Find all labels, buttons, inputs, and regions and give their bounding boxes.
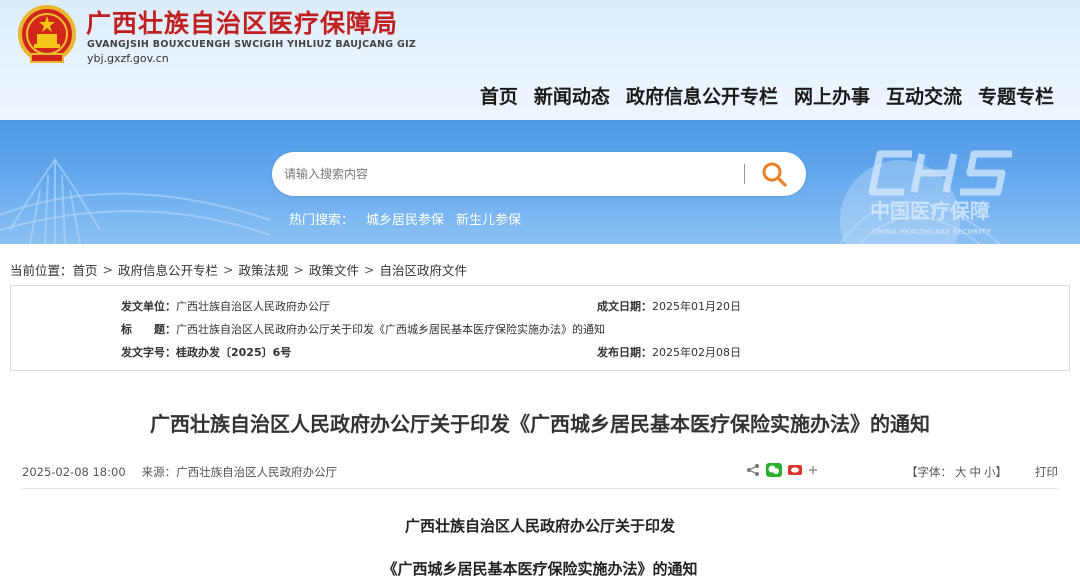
search-separator: [744, 164, 745, 184]
font-size-large[interactable]: 大: [955, 465, 967, 479]
hot-search-label: 热门搜索：: [289, 213, 355, 228]
font-size-small[interactable]: 小: [984, 465, 996, 479]
wechat-icon[interactable]: [766, 463, 782, 477]
info-issuer: 发文单位：广西壮族自治区人民政府办公厅: [121, 298, 330, 314]
info-date-value: 2025年01月20日: [652, 300, 741, 313]
nav-home[interactable]: 首页: [480, 82, 518, 109]
hot-search: 热门搜索： 城乡居民参保 新生儿参保: [289, 209, 521, 228]
breadcrumb-separator: >: [364, 262, 375, 277]
breadcrumb-policy-docs[interactable]: 政策文件: [309, 260, 359, 279]
info-pubdate-label: 发布日期：: [597, 346, 652, 359]
font-size-medium[interactable]: 中: [970, 465, 982, 479]
search-input[interactable]: [284, 160, 734, 188]
info-title-label: 标 题：: [121, 323, 176, 336]
article-body-heading-line2: 《广西城乡居民基本医疗保险实施办法》的通知: [382, 560, 698, 578]
breadcrumb-home[interactable]: 首页: [73, 260, 98, 279]
national-emblem-icon: [18, 5, 76, 63]
info-date: 成文日期：2025年01月20日: [597, 298, 741, 314]
nav-interaction[interactable]: 互动交流: [886, 82, 962, 109]
article-body-heading-line1: 广西壮族自治区人民政府办公厅关于印发: [404, 517, 675, 535]
share-bar: [746, 463, 818, 477]
article-title: 广西壮族自治区人民政府办公厅关于印发《广西城乡居民基本医疗保险实施办法》的通知: [150, 412, 930, 436]
article-meta: 2025-02-08 18:00 来源：广西壮族自治区人民政府办公厅: [22, 464, 337, 480]
hot-search-newborn-insurance[interactable]: 新生儿参保: [456, 209, 521, 228]
breadcrumb: 当前位置： 首页 > 政府信息公开专栏 > 政策法规 > 政策文件 > 自治区政…: [10, 260, 467, 279]
info-docno: 发文字号：桂政办发〔2025〕6号: [121, 344, 291, 360]
info-title-value: 广西壮族自治区人民政府办公厅关于印发《广西城乡居民基本医疗保险实施办法》的通知: [176, 323, 605, 336]
nav-online-service[interactable]: 网上办事: [794, 82, 870, 109]
info-docno-label: 发文字号：: [121, 346, 176, 359]
info-issuer-value: 广西壮族自治区人民政府办公厅: [176, 300, 330, 313]
breadcrumb-region-docs[interactable]: 自治区政府文件: [380, 260, 468, 279]
breadcrumb-separator: >: [223, 262, 234, 277]
svg-text:中国医疗保障: 中国医疗保障: [870, 199, 990, 223]
print-button[interactable]: 打印: [1035, 464, 1058, 480]
chs-logo-icon: 中国医疗保障 CHINA HEALTHCARE SECURITY: [868, 150, 1012, 236]
document-info-box: 发文单位：广西壮族自治区人民政府办公厅 成文日期：2025年01月20日 标 题…: [10, 285, 1070, 371]
info-date-label: 成文日期：: [597, 300, 652, 313]
breadcrumb-label: 当前位置：: [10, 263, 73, 278]
nav-special-topics[interactable]: 专题专栏: [978, 82, 1054, 109]
site-title: 广西壮族自治区医疗保障局: [86, 9, 399, 38]
plus-icon[interactable]: [808, 465, 818, 475]
breadcrumb-policies[interactable]: 政策法规: [239, 260, 289, 279]
search-icon[interactable]: [760, 160, 788, 188]
font-size-close: 】: [995, 465, 1008, 479]
info-pubdate-value: 2025年02月08日: [652, 346, 741, 359]
info-title: 标 题：广西壮族自治区人民政府办公厅关于印发《广西城乡居民基本医疗保险实施办法》…: [121, 321, 605, 337]
main-nav: 首页 新闻动态 政府信息公开专栏 网上办事 互动交流 专题专栏: [464, 82, 1054, 109]
info-docno-value: 桂政办发〔2025〕6号: [176, 346, 292, 359]
search-box: [272, 152, 806, 196]
breadcrumb-separator: >: [293, 262, 305, 277]
breadcrumb-separator: >: [102, 262, 114, 277]
nav-gov-info[interactable]: 政府信息公开专栏: [626, 82, 778, 109]
site-pinyin: GVANGJSIH BOUXCUENGH SWCIGIH YIHLIUZ BAU…: [87, 39, 417, 50]
breadcrumb-gov-info[interactable]: 政府信息公开专栏: [118, 260, 218, 279]
meta-divider: [22, 488, 1058, 489]
svg-text:CHINA HEALTHCARE SECURITY: CHINA HEALTHCARE SECURITY: [872, 228, 992, 236]
weibo-icon[interactable]: [788, 464, 802, 476]
font-size-control: 【字体：大中小】: [906, 464, 1007, 480]
article-source: 来源：广西壮族自治区人民政府办公厅: [141, 465, 338, 479]
search-banner: 热门搜索： 城乡居民参保 新生儿参保 中国医疗保障 CHINA HEALTHCA…: [0, 120, 1080, 244]
site-header: 广西壮族自治区医疗保障局 GVANGJSIH BOUXCUENGH SWCIGI…: [0, 0, 1080, 120]
info-pubdate: 发布日期：2025年02月08日: [597, 344, 741, 360]
hot-search-rural-insurance[interactable]: 城乡居民参保: [366, 209, 444, 228]
info-issuer-label: 发文单位：: [121, 300, 176, 313]
font-size-label: 【字体：: [906, 465, 952, 479]
nav-news[interactable]: 新闻动态: [534, 82, 610, 109]
share-icon[interactable]: [746, 463, 760, 477]
article-datetime: 2025-02-08 18:00: [22, 465, 126, 479]
site-domain: ybj.gxzf.gov.cn: [87, 52, 169, 65]
